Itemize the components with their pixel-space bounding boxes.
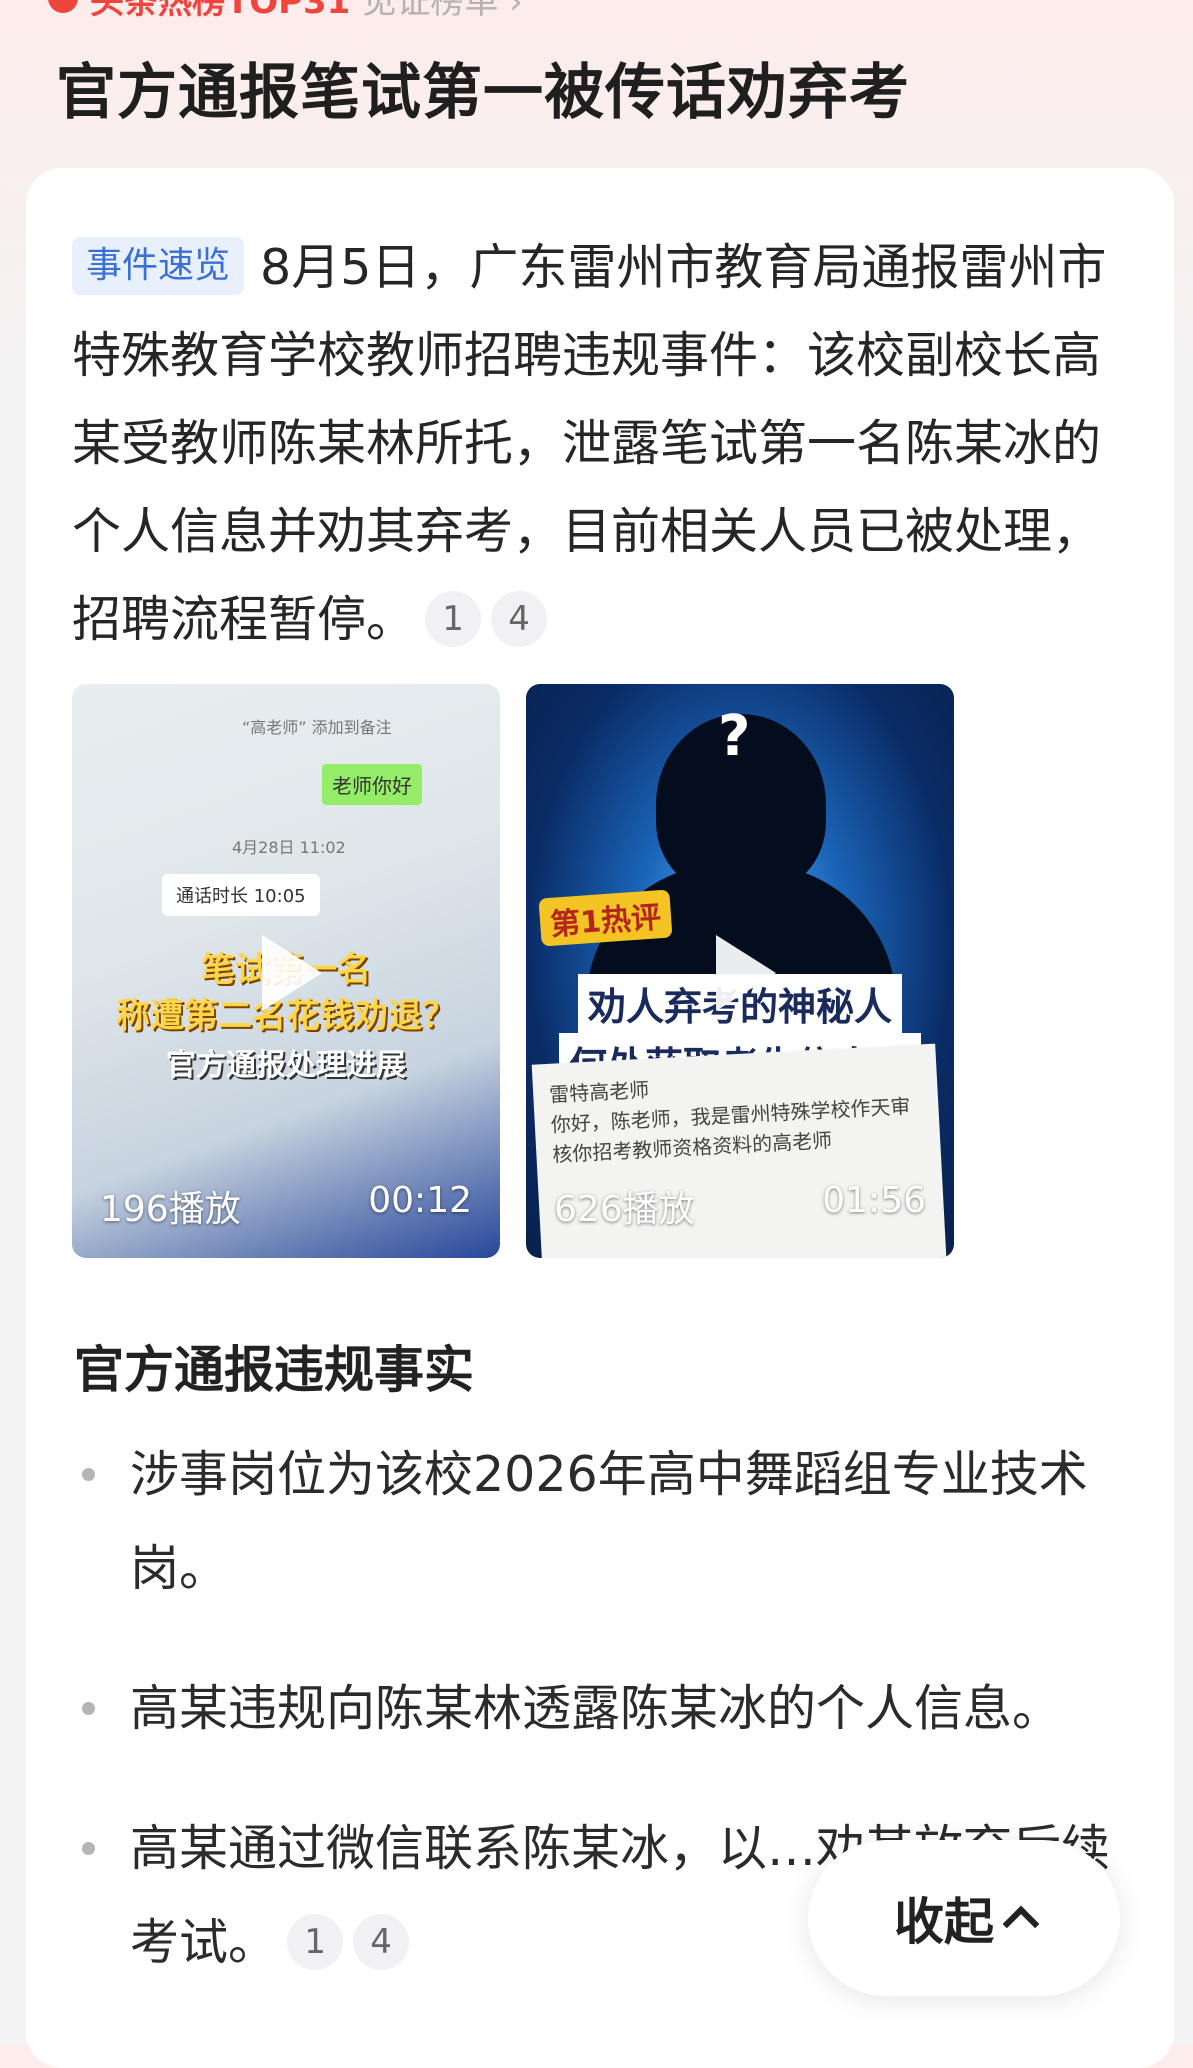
section-title: 官方通报违规事实	[74, 1341, 474, 1399]
list-item: 高某违规向陈某林透露陈某冰的个人信息。	[76, 1662, 1116, 1756]
event-summary: 事件速览 8月5日，广东雷州市教育局通报雷州市特殊教育学校教师招聘违规事件：该校副…	[72, 224, 1128, 664]
video-footer: 196播放 00:12	[100, 1180, 472, 1232]
chat-time: 4月28日 11:02	[232, 838, 346, 857]
video-card-2[interactable]: ? 第1热评 劝人弃考的神秘人 何处获取考生信息？ 雷特高老师 你好，陈老师，我…	[526, 684, 954, 1258]
video-caption-3: 官方通报处理进展	[166, 1048, 406, 1083]
hot-list-label: 头条热榜TOP31	[90, 0, 351, 22]
list-item-text: 涉事岗位为该校2026年高中舞蹈组专业技术岗。	[130, 1446, 1088, 1597]
citation-badge[interactable]: 1	[287, 1913, 344, 1970]
bullet-dot	[82, 1468, 95, 1481]
event-summary-text: 8月5日，广东雷州市教育局通报雷州市特殊教育学校教师招聘违规事件：该校副校长高某…	[72, 239, 1107, 648]
list-item: 涉事岗位为该校2026年高中舞蹈组专业技术岗。	[76, 1428, 1116, 1616]
chat-header-text: “高老师” 添加到备注	[242, 718, 392, 737]
collapse-button[interactable]: 收起	[808, 1840, 1120, 1996]
hot-list-header[interactable]: 头条热榜TOP31 见证榜单 ›	[48, 0, 523, 22]
fire-icon	[48, 0, 78, 13]
video-footer: 626播放 01:56	[554, 1180, 926, 1232]
chat-call-record: 通话时长 10:05	[162, 874, 320, 916]
play-count: 196播放	[100, 1189, 241, 1230]
video-card-1[interactable]: “高老师” 添加到备注 老师你好 4月28日 11:02 通话时长 10:05 …	[72, 684, 500, 1258]
citation-badge[interactable]: 4	[353, 1913, 410, 1970]
question-mark-icon: ?	[718, 704, 751, 769]
page-title: 官方通报笔试第一被传话劝弃考	[56, 58, 910, 128]
hot-comment-badge: 第1热评	[538, 889, 673, 947]
event-summary-tag: 事件速览	[72, 236, 245, 295]
video-duration: 00:12	[368, 1180, 472, 1221]
chat-bubble: 老师你好	[322, 764, 422, 805]
collapse-label: 收起	[894, 1893, 994, 1951]
citation-badge[interactable]: 1	[425, 590, 482, 647]
video-duration: 01:56	[822, 1180, 926, 1221]
play-icon[interactable]	[716, 935, 776, 1011]
hot-list-link[interactable]: 见证榜单 ›	[362, 0, 522, 23]
play-icon[interactable]	[262, 935, 322, 1011]
list-item-text: 高某违规向陈某林透露陈某冰的个人信息。	[130, 1680, 1062, 1737]
bullet-dot	[82, 1702, 95, 1715]
citation-badge[interactable]: 4	[491, 590, 548, 647]
chevron-up-icon	[1002, 1905, 1040, 1943]
play-count: 626播放	[554, 1189, 695, 1230]
bullet-dot	[82, 1842, 95, 1855]
